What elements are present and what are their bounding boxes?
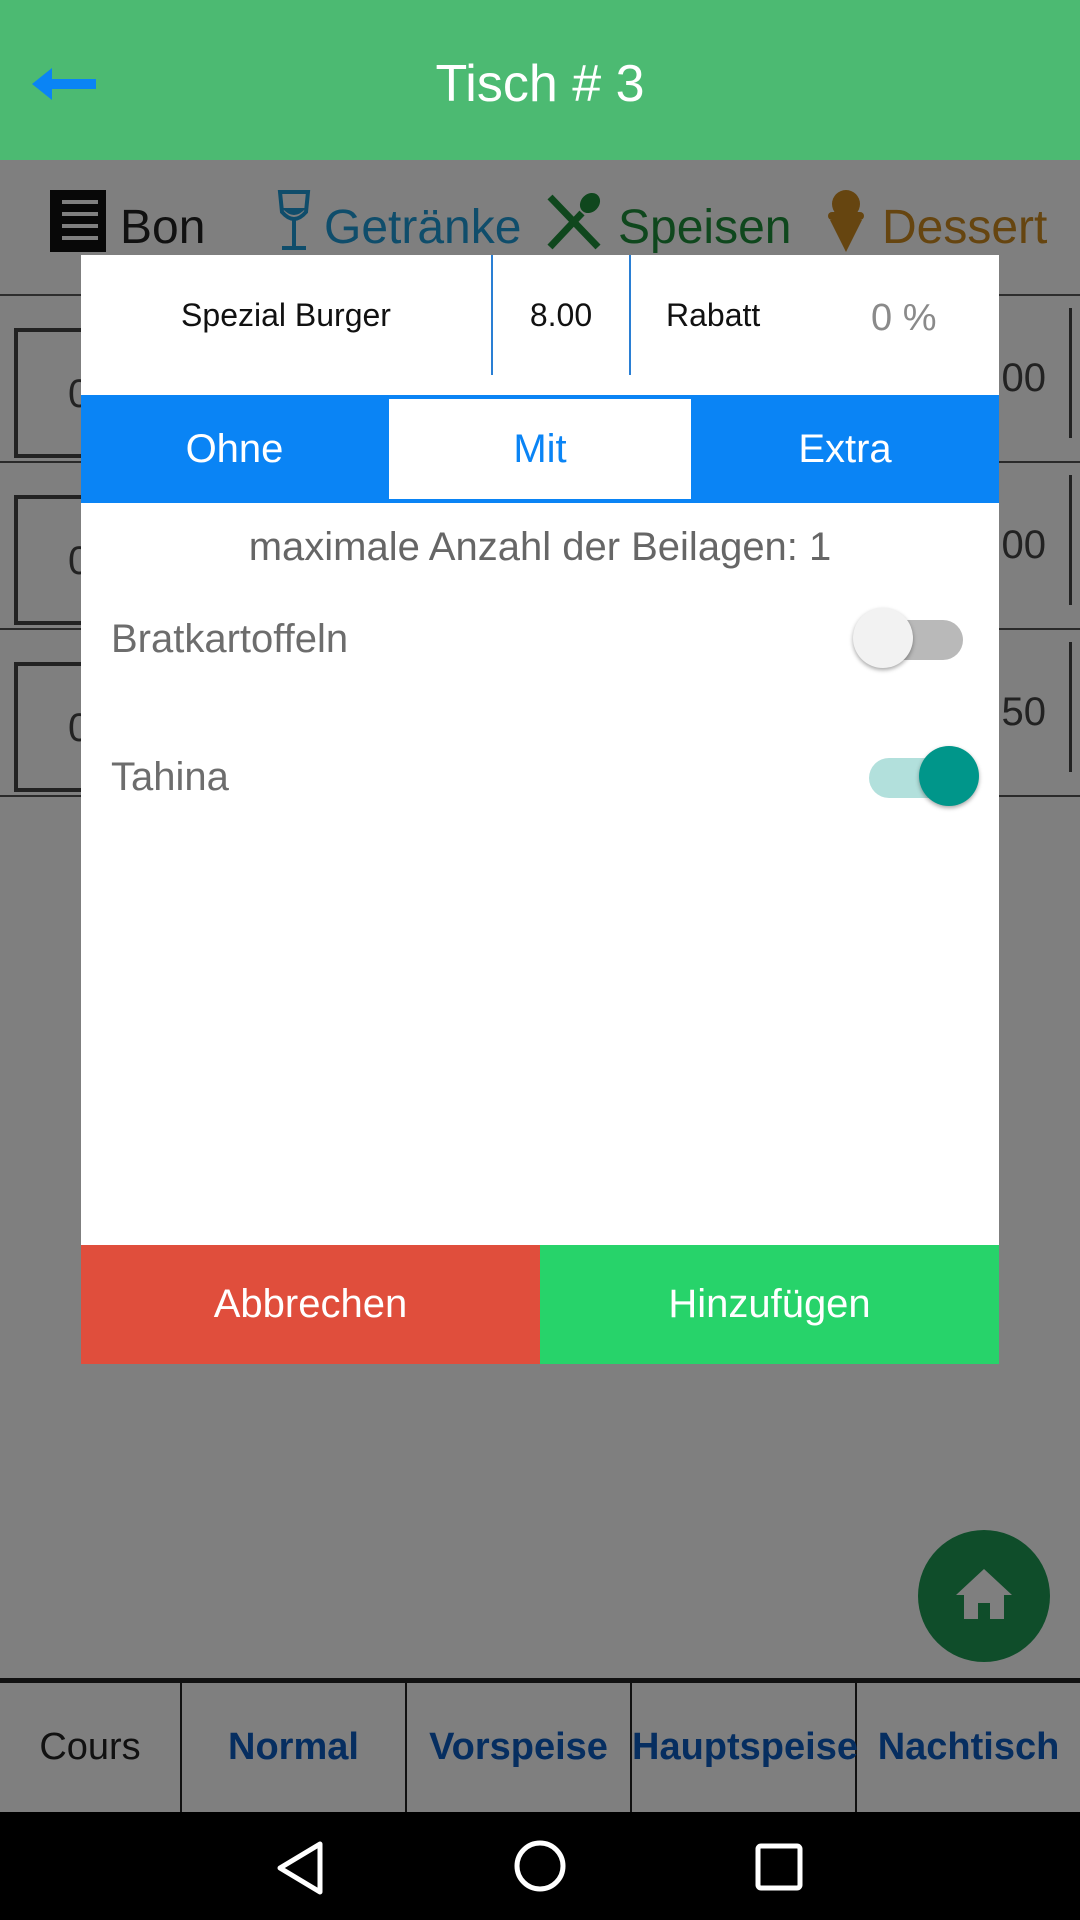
option-label: Tahina (111, 755, 229, 799)
option-tabs: Ohne Mit Extra (81, 395, 999, 503)
system-nav-bar (0, 1812, 1080, 1920)
item-name: Spezial Burger (181, 297, 391, 333)
app-bar: Tisch # 3 (0, 0, 1080, 160)
toggle-thumb (853, 608, 913, 668)
page-title: Tisch # 3 (435, 55, 645, 113)
add-button[interactable]: Hinzufügen (540, 1245, 999, 1364)
tab-extra[interactable]: Extra (691, 395, 999, 503)
tab-ohne[interactable]: Ohne (81, 395, 388, 503)
tab-mit[interactable]: Mit (389, 399, 691, 499)
back-arrow-icon[interactable] (28, 60, 100, 108)
side-dish-dialog: Spezial Burger 8.00 Rabatt 0 % Ohne Mit … (81, 255, 999, 1364)
toggle-thumb (919, 746, 979, 806)
cancel-button[interactable]: Abbrechen (81, 1245, 540, 1364)
max-sides-info: maximale Anzahl der Beilagen: 1 (248, 525, 832, 569)
toggle-bratkartoffeln[interactable] (853, 608, 973, 668)
home-nav-icon[interactable] (512, 1838, 568, 1899)
divider (629, 255, 631, 375)
item-price: 8.00 (529, 297, 593, 333)
recents-nav-icon[interactable] (754, 1842, 804, 1897)
discount-label: Rabatt (666, 297, 761, 333)
dialog-header: Spezial Burger 8.00 Rabatt 0 % (81, 255, 999, 395)
back-nav-icon[interactable] (274, 1840, 326, 1901)
discount-field[interactable]: 0 % (871, 255, 936, 375)
option-label: Bratkartoffeln (111, 617, 349, 661)
toggle-tahina[interactable] (859, 746, 979, 806)
